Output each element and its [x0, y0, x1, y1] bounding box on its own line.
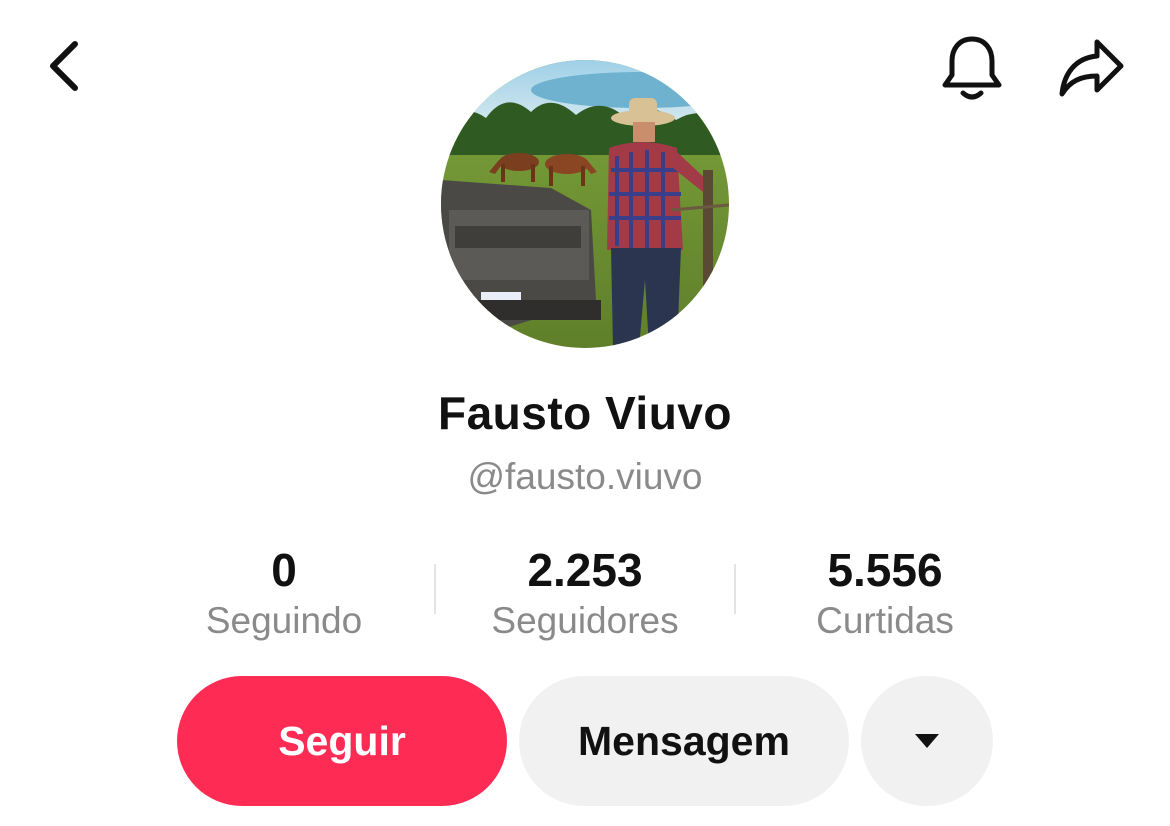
- share-arrow-icon: [1059, 39, 1124, 97]
- chevron-left-icon: [50, 41, 78, 91]
- avatar[interactable]: [441, 60, 729, 348]
- follow-button[interactable]: Seguir: [177, 676, 507, 806]
- likes-count: 5.556: [827, 544, 943, 596]
- stat-followers[interactable]: 2.253 Seguidores: [435, 540, 735, 644]
- followers-count: 2.253: [527, 544, 643, 596]
- share-button[interactable]: [1050, 28, 1134, 108]
- username: @fausto.viuvo: [467, 456, 703, 497]
- followers-label: Seguidores: [491, 600, 679, 641]
- message-button[interactable]: Mensagem: [519, 676, 849, 806]
- following-count: 0: [271, 544, 297, 596]
- bell-icon: [942, 36, 1002, 100]
- stat-following[interactable]: 0 Seguindo: [134, 540, 434, 644]
- caret-down-icon: [915, 734, 939, 748]
- back-button[interactable]: [28, 30, 98, 102]
- following-label: Seguindo: [205, 600, 363, 641]
- profile-photo: [441, 60, 729, 348]
- likes-label: Curtidas: [816, 600, 954, 641]
- stat-likes[interactable]: 5.556 Curtidas: [735, 540, 1035, 644]
- display-name: Fausto Viuvo: [438, 387, 732, 439]
- notification-button[interactable]: [932, 28, 1012, 108]
- more-options-button[interactable]: [861, 676, 993, 806]
